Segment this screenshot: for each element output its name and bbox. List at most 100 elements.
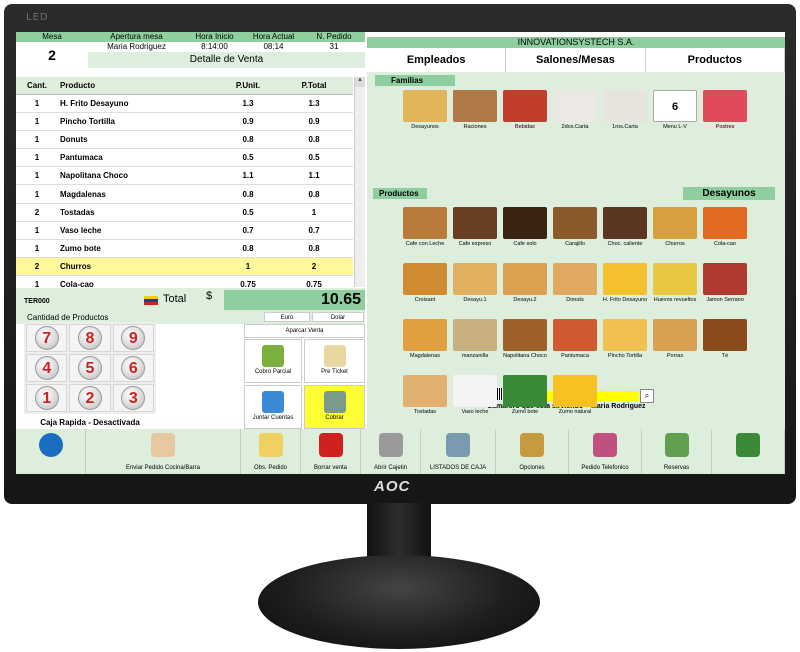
product-label: Zumo natural (558, 409, 592, 415)
keypad-key-2[interactable]: 2 (69, 384, 111, 412)
product-item[interactable]: Porras (651, 319, 699, 359)
toolbar-button-info[interactable] (16, 429, 86, 474)
familia-item[interactable]: 2dos.Carta (551, 90, 599, 130)
product-item[interactable]: Cafe solo (501, 207, 549, 247)
table-row[interactable]: 2 Churros 1 2 (16, 257, 353, 276)
row-cant: 1 (34, 135, 40, 145)
product-item[interactable]: Croisant (401, 263, 449, 303)
product-item[interactable]: Choc. caliente (601, 207, 649, 247)
keypad-key-8[interactable]: 8 (69, 324, 111, 352)
table-row[interactable]: 1 H. Frito Desayuno 1.3 1.3 (16, 95, 353, 114)
table-row[interactable]: 2 Tostadas 0.5 1 (16, 203, 353, 222)
caja-rapida-status[interactable]: Caja Rapida - Desactivada (24, 418, 156, 427)
toolbar-button-printer[interactable]: LISTADOS DE CAJA (421, 429, 496, 474)
familia-item[interactable]: Postres (701, 90, 749, 130)
toolbar-button-phone-user[interactable]: Pedido Telefonico (569, 429, 642, 474)
familia-label: Desayunos (411, 124, 439, 130)
toolbar-button-trash[interactable]: Borrar venta (301, 429, 361, 474)
product-item[interactable]: Huevos revueltos (651, 263, 699, 303)
keypad-key-1[interactable]: 1 (26, 384, 68, 412)
tab-empleados[interactable]: Empleados (367, 48, 507, 72)
toolbar-button-calendar[interactable]: Reservas (642, 429, 712, 474)
familia-image (503, 90, 547, 122)
product-item[interactable]: Magdalenas (401, 319, 449, 359)
product-item[interactable]: Vaso leche (451, 375, 499, 415)
toolbar-button-exit[interactable] (712, 429, 785, 474)
product-item[interactable]: Desayu.2 (501, 263, 549, 303)
product-item[interactable]: H. Frito Desayuno (601, 263, 649, 303)
led-label: LED (26, 12, 49, 23)
product-item[interactable]: Jamon Serrano (701, 263, 749, 303)
product-item[interactable]: Pincho Tortilla (601, 319, 649, 359)
table-row[interactable]: 1 Pincho Tortilla 0.9 0.9 (16, 113, 353, 132)
keypad-key-7[interactable]: 7 (26, 324, 68, 352)
product-item[interactable]: Pantumaca (551, 319, 599, 359)
juntar-cuentas-button[interactable]: Juntar Cuentas (244, 385, 302, 429)
table-header: Cant. Producto P.Unit. P.Total (16, 77, 353, 95)
keypad-key-4[interactable]: 4 (26, 354, 68, 382)
exit-icon (736, 433, 760, 457)
toolbar-button-chef[interactable]: Enviar Pedido Cocina/Barra (86, 429, 241, 474)
keypad-key-5[interactable]: 5 (69, 354, 111, 382)
product-item[interactable]: manzanilla (451, 319, 499, 359)
product-item[interactable]: Zumo bote (501, 375, 549, 415)
toolbar-button-tools[interactable]: Opciones (496, 429, 569, 474)
product-item[interactable]: Tostadas (401, 375, 449, 415)
table-row[interactable]: 1 Napolitana Choco 1.1 1.1 (16, 167, 353, 186)
row-total: 1.1 (308, 171, 320, 181)
product-item[interactable]: Carajillo (551, 207, 599, 247)
familia-image (453, 90, 497, 122)
category-title: Desayunos (683, 187, 775, 200)
table-row[interactable]: 1 Vaso leche 0.7 0.7 (16, 221, 353, 240)
familia-item[interactable]: Bebidas (501, 90, 549, 130)
aparcar-venta-button[interactable]: Aparcar Venta (244, 324, 365, 338)
product-label: Choc. caliente (607, 241, 643, 247)
table-scrollbar[interactable]: ▲ (354, 77, 365, 287)
product-item[interactable]: Donuts (551, 263, 599, 303)
row-unit: 0.9 (242, 117, 254, 127)
familia-item[interactable]: Desayunos (401, 90, 449, 130)
product-item[interactable]: Té (701, 319, 749, 359)
toolbar-button-notepad[interactable]: Obs. Pedido (241, 429, 301, 474)
cobrar-button[interactable]: Cobrar (304, 385, 365, 429)
table-row[interactable]: 1 Zumo bote 0.8 0.8 (16, 239, 353, 258)
magnifier-icon[interactable]: ⌕ (640, 389, 654, 403)
product-image (503, 207, 547, 239)
pre-ticket-button[interactable]: Pre Ticket (304, 339, 365, 383)
toolbar-label: Obs. Pedido (253, 465, 288, 471)
row-producto: Donuts (60, 135, 88, 145)
product-image (503, 375, 547, 407)
product-item[interactable]: Churros (651, 207, 699, 247)
tab-productos[interactable]: Productos (646, 48, 785, 72)
keypad-key-9[interactable]: 9 (112, 324, 154, 352)
safe-icon (378, 433, 403, 457)
product-item[interactable]: Desayu.1 (451, 263, 499, 303)
cobro-parcial-button[interactable]: Cobro Parcial (244, 339, 302, 383)
tab-salones-mesas[interactable]: Salones/Mesas (506, 48, 646, 72)
keypad-digit: 7 (34, 326, 59, 350)
keypad-key-3[interactable]: 3 (112, 384, 154, 412)
tools-icon (520, 433, 544, 457)
row-cant: 1 (34, 171, 40, 181)
hora-inicio-header: Hora Inicio (185, 32, 244, 42)
info-icon (38, 433, 63, 457)
table-row[interactable]: 1 Magdalenas 0.8 0.8 (16, 185, 353, 204)
scroll-up-icon[interactable]: ▲ (355, 77, 365, 87)
product-item[interactable]: Cafe expreso (451, 207, 499, 247)
familia-item[interactable]: 1ros.Carta (601, 90, 649, 130)
merge-arrows-icon (262, 391, 284, 413)
table-row[interactable]: 1 Donuts 0.8 0.8 (16, 131, 353, 150)
table-row[interactable]: 1 Pantumaca 0.5 0.5 (16, 149, 353, 168)
euro-button[interactable]: Euro (264, 312, 310, 322)
dolar-button[interactable]: Dolar (312, 312, 364, 322)
product-item[interactable]: Cola-cao (701, 207, 749, 247)
keypad-key-6[interactable]: 6 (112, 354, 154, 382)
product-item[interactable]: Napolitana Choco (501, 319, 549, 359)
familia-item[interactable]: Raciones (451, 90, 499, 130)
terminal-id: TER000 (24, 298, 50, 305)
product-item[interactable]: Cafe con Leche (401, 207, 449, 247)
toolbar-button-safe[interactable]: Abrir Cajetin (361, 429, 421, 474)
familia-item[interactable]: 6 Menu L-V (651, 90, 699, 130)
product-item[interactable]: Zumo natural (551, 375, 599, 415)
cobro-parcial-label: Cobro Parcial (254, 369, 292, 375)
